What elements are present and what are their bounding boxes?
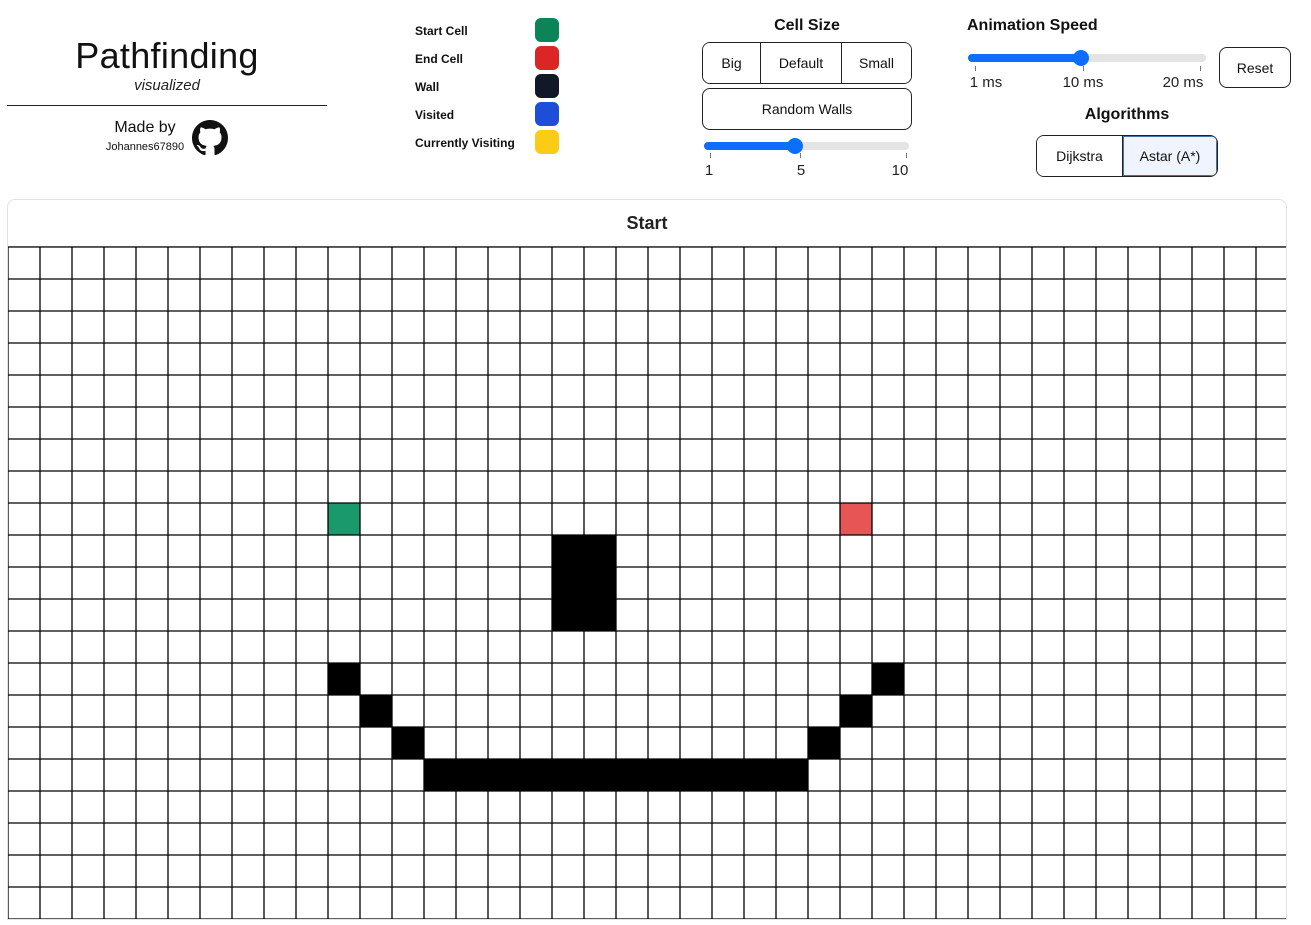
legend-item-visited: Visited [415,100,565,128]
wall-cell[interactable] [328,663,360,695]
slider-tick-label: 20 ms [1162,74,1204,91]
wall-cell[interactable] [616,759,648,791]
wall-cell[interactable] [360,695,392,727]
wall-cell[interactable] [520,759,552,791]
wall-cell[interactable] [840,695,872,727]
algorithm-astar-button[interactable]: Astar (A*) [1123,136,1217,176]
legend-item-start: Start Cell [415,16,565,44]
legend-swatch-visiting [535,130,559,154]
wall-cell[interactable] [456,759,488,791]
wall-cell[interactable] [552,759,584,791]
legend-label: Currently Visiting [415,136,515,150]
animation-speed-slider[interactable] [968,50,1206,66]
app-title-block: Pathfinding visualized [7,36,327,94]
app-subtitle: visualized [134,77,200,94]
legend-item-end: End Cell [415,44,565,72]
github-icon[interactable] [192,120,228,156]
slider-tick [1200,66,1201,71]
cell-size-group: Big Default Small [702,42,912,84]
wall-cell[interactable] [584,535,616,567]
reset-button[interactable]: Reset [1219,47,1291,88]
end-cell[interactable] [840,503,872,535]
pathfinding-grid[interactable] [7,246,1287,920]
legend-swatch-wall [535,74,559,98]
slider-tick [1083,66,1084,71]
legend: Start Cell End Cell Wall Visited Current… [415,16,565,156]
animation-speed-title: Animation Speed [967,17,1098,34]
cell-size-small-button[interactable]: Small [842,43,911,83]
author-name: Johannes67890 [105,141,185,153]
wall-cell[interactable] [776,759,808,791]
legend-item-wall: Wall [415,72,565,100]
wall-cell[interactable] [712,759,744,791]
app-title: Pathfinding [75,35,259,76]
wall-cell[interactable] [392,727,424,759]
legend-swatch-visited [535,102,559,126]
slider-tick-label: 1 [704,162,714,179]
wall-cell[interactable] [584,599,616,631]
wall-cell[interactable] [584,567,616,599]
legend-swatch-start [535,18,559,42]
legend-label: End Cell [415,52,464,66]
slider-tick [800,153,801,158]
algorithm-dijkstra-button[interactable]: Dijkstra [1037,136,1123,176]
slider-tick-label: 10 ms [1062,74,1104,91]
wall-cell[interactable] [872,663,904,695]
slider-fill [968,54,1081,62]
cell-size-slider[interactable] [704,138,909,154]
wall-cell[interactable] [584,759,616,791]
slider-tick [710,153,711,158]
legend-label: Visited [415,108,455,122]
wall-cell[interactable] [552,535,584,567]
legend-item-visiting: Currently Visiting [415,128,565,156]
algorithm-group: Dijkstra Astar (A*) [1036,135,1218,177]
algorithms-title: Algorithms [1084,106,1170,123]
slider-thumb[interactable] [1072,50,1089,66]
title-divider [7,105,327,106]
slider-fill [704,142,796,150]
wall-cell[interactable] [552,567,584,599]
legend-label: Wall [415,80,440,94]
wall-cell[interactable] [648,759,680,791]
made-by-label: Made by [114,119,176,136]
cell-size-default-button[interactable]: Default [761,43,842,83]
wall-cell[interactable] [744,759,776,791]
wall-cell[interactable] [808,727,840,759]
slider-tick [906,153,907,158]
start-cell[interactable] [328,503,360,535]
made-by: Made by Johannes67890 [100,118,190,154]
wall-cell[interactable] [424,759,456,791]
slider-tick-label: 5 [796,162,806,179]
slider-tick-label: 1 ms [969,74,1003,91]
slider-tick-label: 10 [891,162,909,179]
legend-swatch-end [535,46,559,70]
legend-label: Start Cell [415,24,468,38]
cell-size-big-button[interactable]: Big [703,43,761,83]
wall-cell[interactable] [680,759,712,791]
slider-tick [975,66,976,71]
wall-cell[interactable] [488,759,520,791]
start-button[interactable]: Start [8,200,1286,247]
wall-cell[interactable] [552,599,584,631]
random-walls-button[interactable]: Random Walls [702,88,912,130]
grid-card: Start [7,199,1287,920]
slider-thumb[interactable] [787,138,804,154]
cell-size-title: Cell Size [774,17,840,34]
